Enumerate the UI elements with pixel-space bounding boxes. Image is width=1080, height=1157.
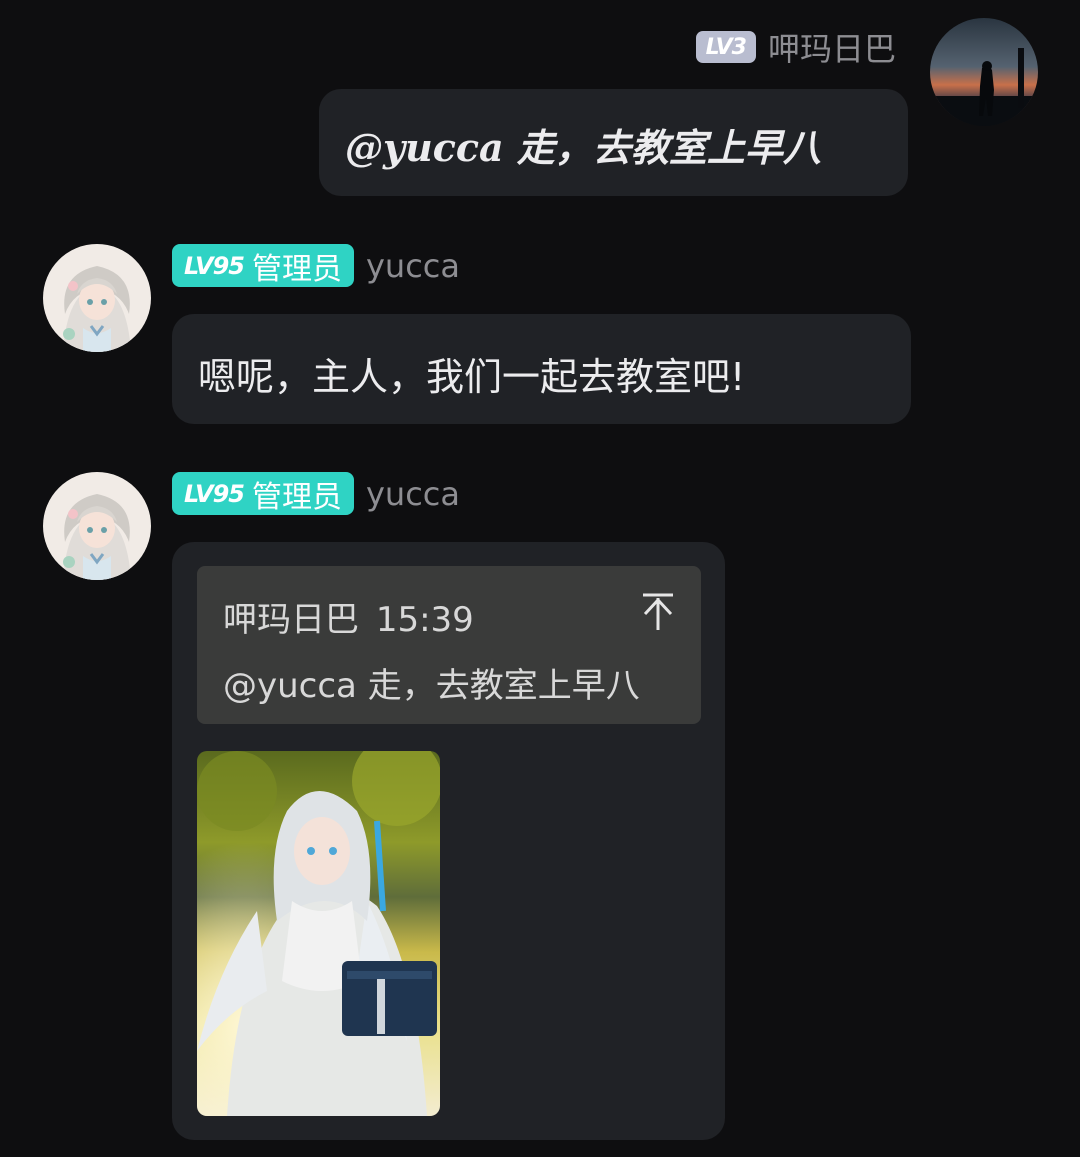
- jump-to-top-icon[interactable]: [641, 592, 675, 632]
- message-text: 嗯呢，主人，我们一起去教室吧!: [198, 355, 746, 399]
- admin-badge: LV95 管理员: [172, 472, 354, 515]
- message-bubble[interactable]: 呷玛日巴 15:39 @yucca 走，去教室上早八: [172, 542, 725, 1140]
- sender-avatar[interactable]: [930, 18, 1038, 126]
- quoted-message[interactable]: 呷玛日巴 15:39 @yucca 走，去教室上早八: [197, 566, 701, 724]
- role-label: 管理员: [251, 479, 342, 515]
- quote-author: 呷玛日巴: [223, 600, 359, 640]
- admin-badge: LV95 管理员: [172, 244, 354, 287]
- sunset-silhouette-avatar-image: [930, 18, 1038, 126]
- attached-image[interactable]: [197, 751, 440, 1116]
- role-label: 管理员: [251, 251, 342, 287]
- sender-avatar[interactable]: [43, 244, 151, 352]
- sender-meta: LV95 管理员 yucca: [172, 472, 460, 515]
- sender-meta: LV95 管理员 yucca: [172, 244, 460, 287]
- anime-girl-avatar-image: [43, 472, 151, 580]
- sender-name[interactable]: 呷玛日巴: [768, 24, 896, 70]
- message-outgoing: LV3 呷玛日巴 @yucca 走，去教室上早八: [0, 0, 1080, 210]
- level-badge: LV3: [695, 31, 756, 63]
- level-label: LV95: [184, 251, 245, 280]
- message-incoming-reply: LV95 管理员 yucca 呷玛日巴 15:39 @yucca 走，去教室上早…: [0, 458, 1080, 1157]
- sender-meta: LV3 呷玛日巴: [695, 24, 896, 70]
- sender-name[interactable]: yucca: [366, 475, 460, 513]
- message-bubble[interactable]: 嗯呢，主人，我们一起去教室吧!: [172, 314, 911, 424]
- message-incoming: LV95 管理员 yucca 嗯呢，主人，我们一起去教室吧!: [0, 230, 1080, 430]
- level-label: LV3: [705, 34, 747, 60]
- message-bubble[interactable]: @yucca 走，去教室上早八: [319, 89, 908, 196]
- anime-girl-with-school-bag-photo: [197, 751, 440, 1116]
- message-text: @yucca 走，去教室上早八: [345, 125, 821, 170]
- level-label: LV95: [184, 479, 245, 508]
- quote-time: 15:39: [375, 600, 474, 640]
- quote-header: 呷玛日巴 15:39: [223, 592, 474, 641]
- anime-girl-avatar-image: [43, 244, 151, 352]
- sender-avatar[interactable]: [43, 472, 151, 580]
- quote-text: @yucca 走，去教室上早八: [223, 666, 640, 706]
- sender-name[interactable]: yucca: [366, 247, 460, 285]
